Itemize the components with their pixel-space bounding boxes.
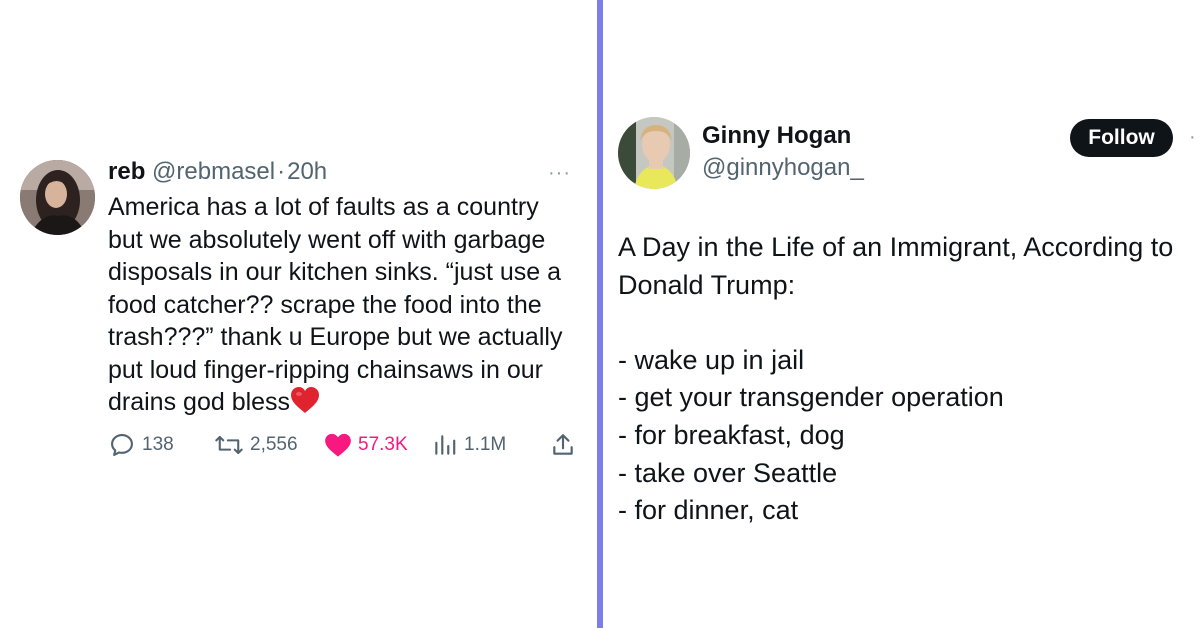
tweet-right: Ginny Hogan @ginnyhogan_ Follow · A Day … bbox=[603, 0, 1200, 628]
separator-dot: · bbox=[277, 158, 286, 185]
share-button[interactable] bbox=[550, 428, 576, 462]
avatar-photo bbox=[20, 160, 95, 235]
tweet-left: reb @rebmasel·20h ··· America has a lot … bbox=[0, 0, 597, 628]
tweet-line: - get your transgender operation bbox=[618, 382, 1004, 413]
repost-icon bbox=[215, 435, 243, 455]
more-options-icon[interactable]: ··· bbox=[548, 162, 571, 185]
user-handle[interactable]: @ginnyhogan_ bbox=[702, 154, 864, 182]
timestamp[interactable]: 20h bbox=[287, 158, 327, 185]
reply-icon bbox=[111, 434, 133, 456]
display-name[interactable]: reb bbox=[108, 158, 145, 185]
like-button[interactable]: 57.3K bbox=[324, 428, 408, 462]
repost-button[interactable]: 2,556 bbox=[214, 428, 298, 462]
share-icon bbox=[553, 434, 573, 455]
tweet-line: - wake up in jail bbox=[618, 344, 805, 375]
tweet-line: A Day in the Life of an Immigrant, Accor… bbox=[618, 232, 1174, 262]
more-options-icon[interactable]: · bbox=[1189, 126, 1196, 149]
avatar[interactable] bbox=[20, 160, 95, 235]
tweet-text: America has a lot of faults as a country… bbox=[108, 191, 588, 423]
like-count: 57.3K bbox=[358, 434, 408, 455]
reply-count: 138 bbox=[142, 434, 174, 455]
views-chart-icon bbox=[435, 435, 456, 455]
repost-count: 2,556 bbox=[250, 434, 298, 455]
user-handle[interactable]: @rebmasel bbox=[152, 158, 275, 185]
views-button[interactable]: 1.1M bbox=[432, 428, 506, 462]
tweet-actions: 138 2,556 57.3K 1.1M bbox=[108, 428, 578, 462]
tweet-text: A Day in the Life of an Immigrant, Accor… bbox=[618, 229, 1193, 530]
heart-icon bbox=[325, 433, 351, 457]
avatar[interactable] bbox=[618, 117, 690, 189]
display-name[interactable]: Ginny Hogan bbox=[702, 122, 851, 150]
tweet-line: - take over Seattle bbox=[618, 457, 838, 488]
reply-button[interactable]: 138 bbox=[108, 428, 174, 462]
tweet-header: reb @rebmasel·20h bbox=[108, 156, 327, 188]
tweet-line: - for dinner, cat bbox=[618, 495, 799, 526]
avatar-photo bbox=[618, 117, 690, 189]
red-heart-icon bbox=[290, 386, 320, 423]
view-count: 1.1M bbox=[464, 434, 507, 455]
tweet-line: Donald Trump: bbox=[618, 269, 796, 300]
tweet-text-content: America has a lot of faults as a country… bbox=[108, 193, 563, 416]
tweet-line: - for breakfast, dog bbox=[618, 419, 845, 450]
follow-button[interactable]: Follow bbox=[1070, 119, 1173, 157]
